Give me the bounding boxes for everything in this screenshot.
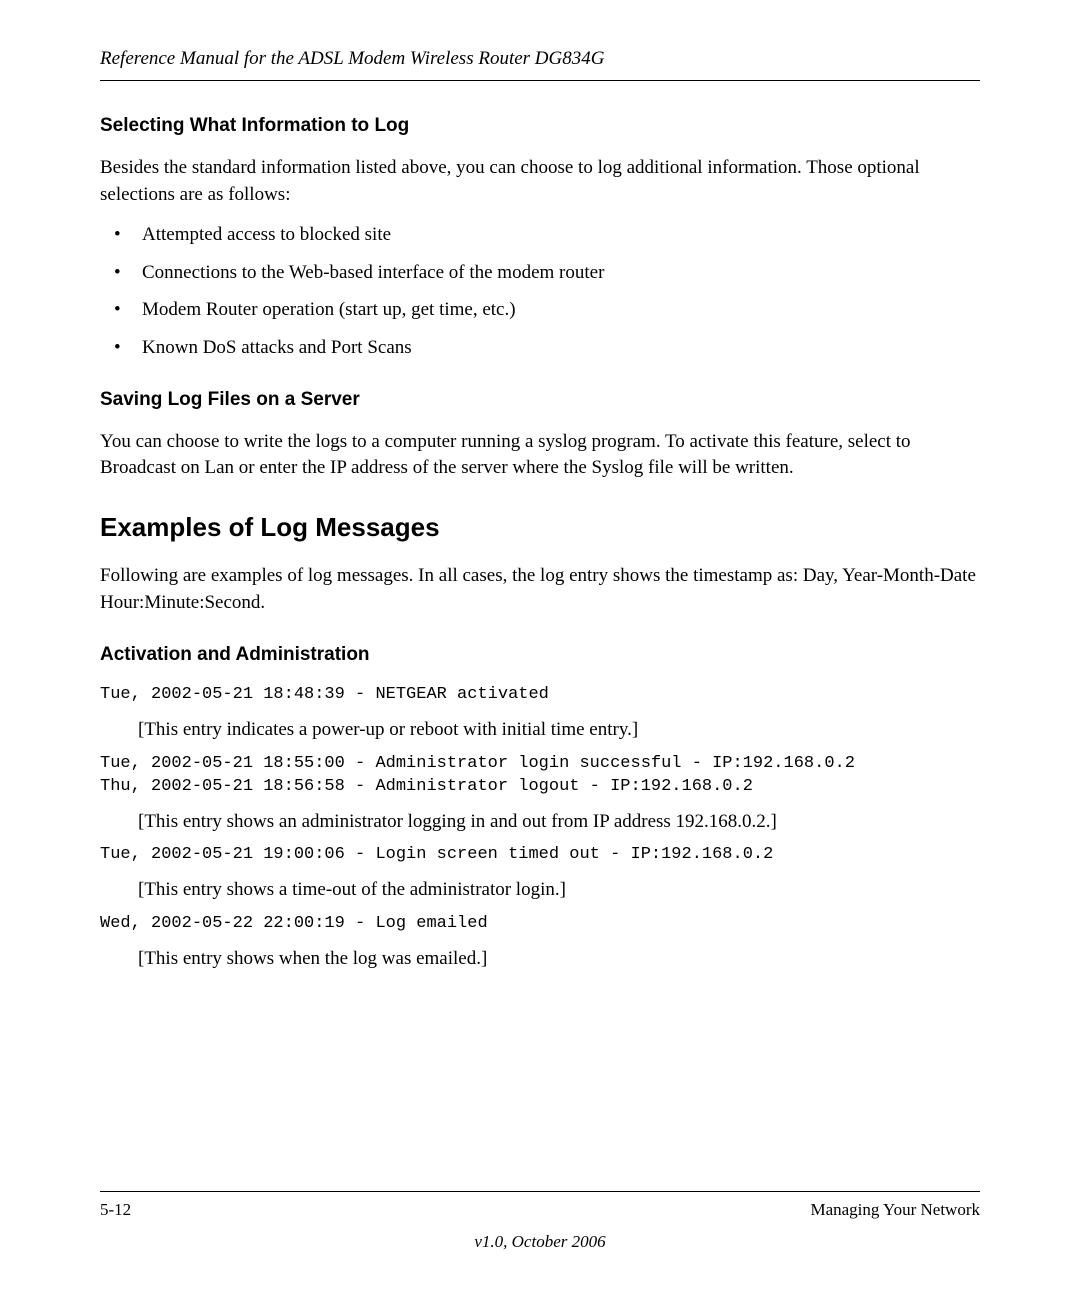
list-item: Attempted access to blocked site — [114, 222, 980, 248]
log-line: Tue, 2002-05-21 18:55:00 - Administrator… — [100, 753, 980, 799]
footer-version: v1.0, October 2006 — [0, 1232, 1080, 1252]
list-item: Known DoS attacks and Port Scans — [114, 335, 980, 361]
log-explanation: [This entry shows a time-out of the admi… — [138, 877, 980, 903]
log-explanation: [This entry shows an administrator loggi… — [138, 809, 980, 835]
subheading-saving-logs: Saving Log Files on a Server — [100, 389, 980, 411]
log-explanation: [This entry shows when the log was email… — [138, 946, 980, 972]
section-heading-examples: Examples of Log Messages — [100, 512, 980, 543]
subheading-selecting-log: Selecting What Information to Log — [100, 115, 980, 137]
footer-chapter: Managing Your Network — [810, 1200, 980, 1220]
log-line: Tue, 2002-05-21 19:00:06 - Login screen … — [100, 844, 980, 867]
subheading-activation-admin: Activation and Administration — [100, 644, 980, 666]
body-text: Following are examples of log messages. … — [100, 563, 980, 616]
list-item: Connections to the Web-based interface o… — [114, 260, 980, 286]
page-footer: 5-12 Managing Your Network — [100, 1191, 980, 1220]
log-line: Tue, 2002-05-21 18:48:39 - NETGEAR activ… — [100, 684, 980, 707]
log-explanation: [This entry indicates a power-up or rebo… — [138, 717, 980, 743]
bullet-list: Attempted access to blocked site Connect… — [114, 222, 980, 361]
footer-page-number: 5-12 — [100, 1200, 131, 1220]
body-text: Besides the standard information listed … — [100, 155, 980, 208]
list-item: Modem Router operation (start up, get ti… — [114, 297, 980, 323]
page-header: Reference Manual for the ADSL Modem Wire… — [100, 48, 980, 81]
log-line: Wed, 2002-05-22 22:00:19 - Log emailed — [100, 913, 980, 936]
body-text: You can choose to write the logs to a co… — [100, 429, 980, 482]
